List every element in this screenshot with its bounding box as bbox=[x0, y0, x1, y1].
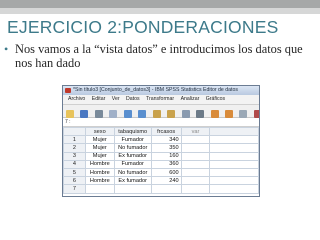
cell-tabaquismo[interactable]: Ex fumador bbox=[113, 176, 152, 186]
slide-top-band-light bbox=[0, 8, 320, 14]
bullet-icon: • bbox=[4, 42, 9, 56]
cell-empty[interactable] bbox=[180, 176, 211, 186]
cell-empty[interactable] bbox=[209, 135, 259, 145]
cell-sexo[interactable]: Mujer bbox=[84, 151, 115, 161]
menu-archivo[interactable]: Archivo bbox=[68, 95, 85, 104]
cell-sexo[interactable]: Mujer bbox=[84, 143, 115, 153]
save-icon[interactable] bbox=[80, 110, 89, 118]
cell-empty[interactable] bbox=[180, 167, 211, 178]
cell-frcasos[interactable]: 350 bbox=[150, 143, 182, 153]
cell-frcasos[interactable] bbox=[150, 184, 182, 194]
cell-empty[interactable] bbox=[180, 143, 211, 153]
cell-tabaquismo[interactable]: Fumador bbox=[113, 159, 152, 169]
table-row: 4 Hombre Fumador 360 bbox=[63, 159, 259, 169]
cell-empty[interactable] bbox=[180, 184, 211, 194]
row-number[interactable]: 1 bbox=[63, 135, 86, 145]
row-number[interactable]: 2 bbox=[63, 143, 86, 153]
column-header-sexo[interactable]: sexo bbox=[84, 126, 115, 137]
column-header-empty[interactable] bbox=[209, 126, 259, 137]
window-title-bar: *Sin título3 [Conjunto_de_datos3] - IBM … bbox=[63, 86, 259, 95]
row-number[interactable]: 6 bbox=[63, 176, 86, 186]
row-number[interactable]: 7 bbox=[63, 184, 86, 194]
grid-header-row: sexo tabaquismo frcasos var bbox=[63, 126, 259, 137]
split-file-icon[interactable] bbox=[239, 110, 248, 118]
row-number[interactable]: 4 bbox=[63, 159, 86, 169]
column-header-var[interactable]: var bbox=[180, 126, 211, 137]
cell-sexo[interactable] bbox=[84, 184, 115, 194]
menu-transformar[interactable]: Transformar bbox=[146, 95, 174, 104]
cell-empty[interactable] bbox=[209, 176, 259, 186]
column-header-frcasos[interactable]: frcasos bbox=[150, 126, 182, 137]
menu-ver[interactable]: Ver bbox=[112, 95, 120, 104]
data-grid: sexo tabaquismo frcasos var 1 Mujer Fuma… bbox=[63, 126, 259, 194]
open-icon[interactable] bbox=[66, 110, 74, 118]
cell-sexo[interactable]: Hombre bbox=[84, 159, 115, 169]
cell-tabaquismo[interactable] bbox=[113, 184, 152, 194]
window-title: *Sin título3 [Conjunto_de_datos3] - IBM … bbox=[73, 87, 238, 93]
slide-title: EJERCICIO 2:PONDERACIONES bbox=[7, 17, 279, 37]
cell-empty[interactable] bbox=[209, 167, 259, 178]
cell-frcasos[interactable]: 160 bbox=[150, 151, 182, 161]
column-header-tabaquismo[interactable]: tabaquismo bbox=[113, 126, 152, 137]
cell-tabaquismo[interactable]: Fumador bbox=[113, 135, 152, 145]
variables-icon[interactable] bbox=[181, 110, 190, 118]
cell-sexo[interactable]: Mujer bbox=[84, 135, 115, 145]
cell-frcasos[interactable]: 600 bbox=[150, 167, 182, 178]
redo-icon[interactable] bbox=[138, 110, 147, 118]
table-row: 7 bbox=[63, 184, 259, 194]
table-row: 6 Hombre Ex fumador 240 bbox=[63, 176, 259, 186]
table-row: 3 Mujer Ex fumador 160 bbox=[63, 151, 259, 161]
cell-empty[interactable] bbox=[209, 143, 259, 153]
table-row: 2 Mujer No fumador 350 bbox=[63, 143, 259, 153]
table-row: 1 Mujer Fumador 340 bbox=[63, 135, 259, 145]
cell-tabaquismo[interactable]: No fumador bbox=[113, 143, 152, 153]
dialog-recall-icon[interactable] bbox=[109, 110, 118, 118]
insert-variable-icon[interactable] bbox=[224, 110, 233, 118]
spss-data-editor-window: *Sin título3 [Conjunto_de_datos3] - IBM … bbox=[62, 85, 260, 197]
cell-tabaquismo[interactable]: No fumador bbox=[113, 167, 152, 178]
menu-bar: Archivo Editar Ver Datos Transformar Ana… bbox=[63, 95, 259, 105]
goto-case-icon[interactable] bbox=[152, 110, 161, 118]
cell-sexo[interactable]: Hombre bbox=[84, 176, 115, 186]
menu-analizar[interactable]: Analizar bbox=[181, 95, 200, 104]
cell-empty[interactable] bbox=[209, 159, 259, 169]
cell-empty[interactable] bbox=[180, 151, 211, 161]
slide-top-band bbox=[0, 0, 320, 8]
cell-tabaquismo[interactable]: Ex fumador bbox=[113, 151, 152, 161]
insert-cases-icon[interactable] bbox=[210, 110, 219, 118]
cell-empty[interactable] bbox=[209, 151, 259, 161]
cell-frcasos[interactable]: 360 bbox=[150, 159, 182, 169]
toolbar bbox=[63, 105, 259, 118]
cell-empty[interactable] bbox=[180, 159, 211, 169]
cell-frcasos[interactable]: 240 bbox=[150, 176, 182, 186]
menu-datos[interactable]: Datos bbox=[126, 95, 140, 104]
weight-cases-icon[interactable] bbox=[253, 110, 259, 118]
table-row: 5 Hombre No fumador 600 bbox=[63, 167, 259, 178]
cell-frcasos[interactable]: 340 bbox=[150, 135, 182, 145]
menu-editar[interactable]: Editar bbox=[92, 95, 106, 104]
undo-icon[interactable] bbox=[123, 110, 132, 118]
row-number[interactable]: 3 bbox=[63, 151, 86, 161]
menu-graficos[interactable]: Gráficos bbox=[206, 95, 225, 104]
bullet-text: Nos vamos a la “vista datos” e introduci… bbox=[15, 42, 303, 70]
goto-variable-icon[interactable] bbox=[167, 110, 176, 118]
cell-sexo[interactable]: Hombre bbox=[84, 167, 115, 178]
corner-cell bbox=[63, 126, 86, 137]
bullet-point: • Nos vamos a la “vista datos” e introdu… bbox=[4, 42, 314, 70]
cell-empty[interactable] bbox=[209, 184, 259, 194]
spss-app-icon bbox=[65, 88, 71, 93]
find-icon[interactable] bbox=[196, 110, 205, 118]
row-number[interactable]: 5 bbox=[63, 167, 86, 178]
print-icon[interactable] bbox=[94, 110, 103, 118]
cell-empty[interactable] bbox=[180, 135, 211, 145]
